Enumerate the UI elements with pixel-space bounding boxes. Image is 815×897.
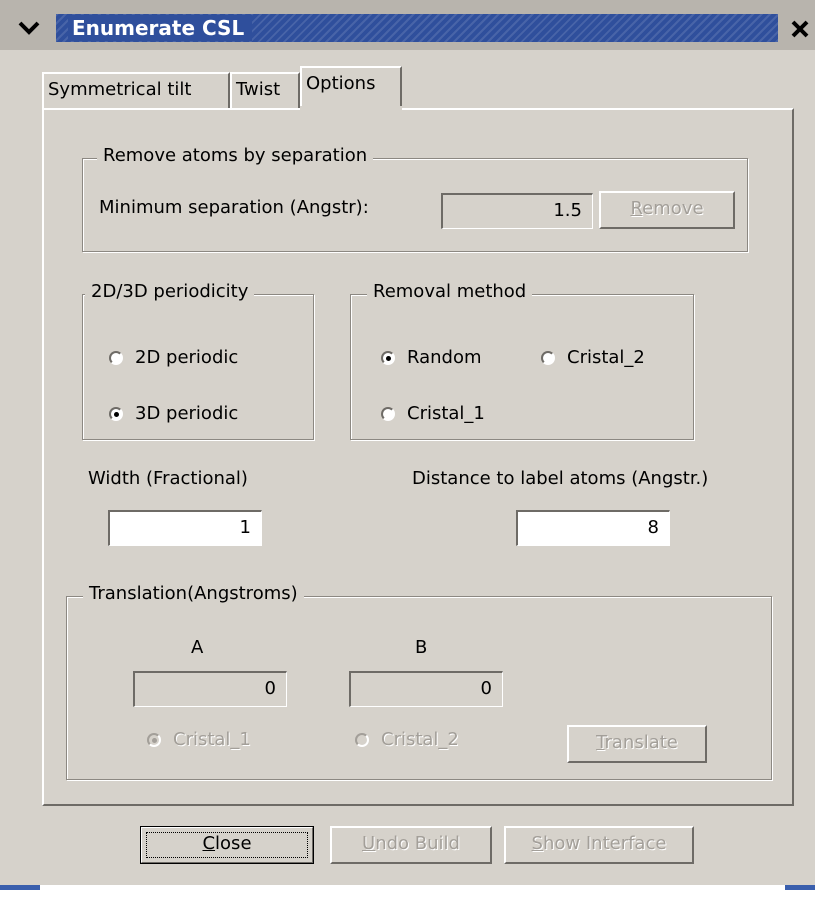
show-label: how Interface — [542, 833, 667, 854]
radio-cristal-1[interactable]: Cristal_1 — [381, 403, 485, 424]
radio-label: Cristal_1 — [407, 403, 485, 424]
radio-label: Cristal_2 — [567, 347, 645, 368]
radio-translate-cristal-1[interactable]: Cristal_1 — [147, 729, 251, 750]
translation-b-field[interactable]: 0 — [349, 671, 503, 707]
translate-label: ranslate — [604, 732, 678, 753]
enumerate-csl-window: Enumerate CSL Symmetrical tilt Twist Opt… — [0, 0, 815, 897]
radio-label: Cristal_2 — [381, 729, 459, 750]
radio-indicator — [381, 350, 395, 365]
tab-label: Options — [306, 73, 376, 94]
tab-options[interactable]: Options — [300, 66, 402, 110]
radio-indicator — [381, 406, 395, 421]
radio-indicator — [147, 732, 161, 747]
radio-2d-periodic[interactable]: 2D periodic — [109, 347, 238, 368]
bottom-left-accent — [0, 885, 40, 890]
radio-indicator — [109, 406, 123, 421]
tab-label: Symmetrical tilt — [48, 79, 192, 100]
width-field[interactable]: 1 — [108, 510, 262, 546]
title-area: Enumerate CSL — [56, 14, 778, 42]
min-separation-field[interactable]: 1.5 — [441, 193, 593, 229]
window-menu-button[interactable] — [12, 16, 46, 40]
undo-build-button[interactable]: Undo Build — [330, 826, 492, 864]
undo-label: ndo Build — [375, 833, 460, 854]
translation-b-label: B — [415, 637, 428, 658]
radio-label: 2D periodic — [135, 347, 239, 368]
min-separation-label: Minimum separation (Angstr): — [99, 197, 369, 218]
translation-group: Translation(Angstroms) A 0 B 0 Cristal_1… — [66, 583, 772, 780]
translation-a-label: A — [191, 637, 204, 658]
radio-random[interactable]: Random — [381, 347, 482, 368]
radio-label: Random — [407, 347, 482, 368]
window-title: Enumerate CSL — [68, 15, 253, 41]
options-tab-panel: Remove atoms by separation Minimum separ… — [42, 108, 794, 806]
remove-atoms-group: Remove atoms by separation Minimum separ… — [82, 145, 748, 252]
close-button[interactable]: Close — [140, 826, 314, 864]
tab-label: Twist — [236, 79, 281, 100]
group-title: 2D/3D periodicity — [85, 281, 255, 302]
radio-cristal-2[interactable]: Cristal_2 — [541, 347, 645, 368]
radio-translate-cristal-2[interactable]: Cristal_2 — [355, 729, 459, 750]
removal-method-group: Removal method Random Cristal_2 Cristal_… — [350, 281, 694, 440]
group-title: Remove atoms by separation — [97, 145, 374, 166]
remove-mnemonic: R — [630, 198, 643, 219]
tab-symmetrical-tilt[interactable]: Symmetrical tilt — [42, 72, 230, 108]
title-bar: Enumerate CSL — [0, 0, 815, 50]
radio-label: Cristal_1 — [173, 729, 251, 750]
radio-3d-periodic[interactable]: 3D periodic — [109, 403, 238, 424]
distance-field[interactable]: 8 — [516, 510, 670, 546]
tab-gap — [300, 106, 402, 112]
show-interface-button[interactable]: Show Interface — [504, 826, 694, 864]
tab-twist[interactable]: Twist — [230, 72, 300, 108]
translate-button[interactable]: Translate — [567, 725, 707, 763]
group-title: Translation(Angstroms) — [83, 583, 304, 604]
bottom-right-accent — [785, 885, 815, 890]
width-label: Width (Fractional) — [88, 468, 248, 489]
window-close-button[interactable] — [788, 16, 812, 42]
chevron-down-icon — [18, 21, 40, 35]
translation-a-field[interactable]: 0 — [133, 671, 287, 707]
show-mnemonic: S — [531, 833, 543, 854]
group-title: Removal method — [367, 281, 533, 302]
radio-indicator — [109, 350, 123, 365]
radio-indicator — [541, 350, 555, 365]
close-icon — [791, 20, 809, 38]
remove-button[interactable]: Remove — [599, 191, 735, 229]
distance-label: Distance to label atoms (Angstr.) — [412, 468, 709, 489]
undo-mnemonic: U — [362, 833, 376, 854]
remove-label: emove — [642, 198, 704, 219]
periodicity-group: 2D/3D periodicity 2D periodic 3D periodi… — [82, 281, 314, 440]
radio-indicator — [355, 732, 369, 747]
window-bottom-strip — [0, 885, 815, 897]
focus-ring — [146, 832, 308, 858]
radio-label: 3D periodic — [135, 403, 239, 424]
